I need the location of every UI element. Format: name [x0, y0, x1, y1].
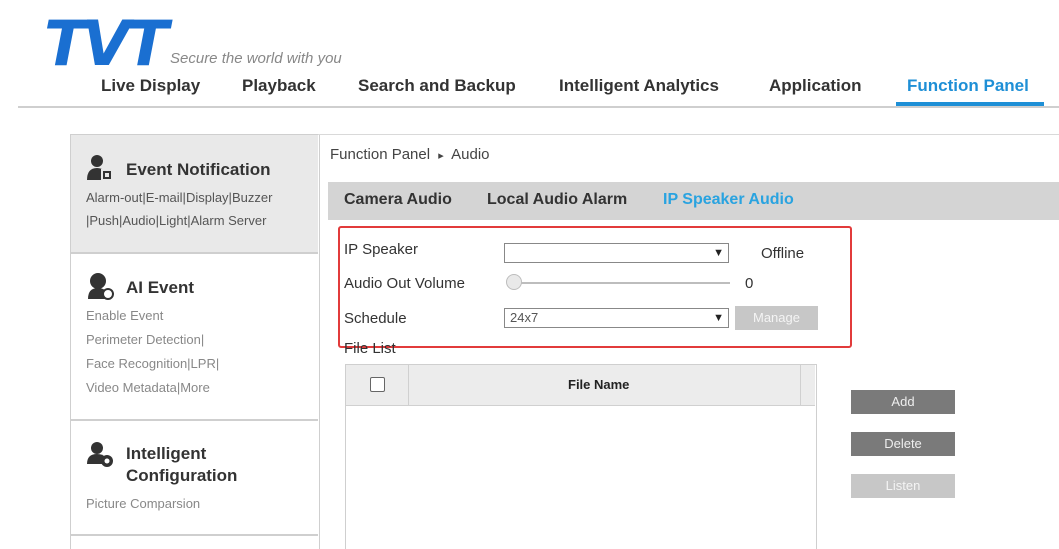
column-header-file-name[interactable]: File Name: [568, 377, 629, 392]
schedule-label: Schedule: [344, 310, 407, 327]
tagline: Secure the world with you: [170, 50, 342, 67]
chevron-down-icon: ▼: [713, 312, 724, 324]
sidebar-divider: [71, 419, 318, 421]
volume-value: 0: [745, 275, 754, 292]
content-top-border: [318, 134, 1059, 135]
breadcrumb-root[interactable]: Function Panel: [330, 146, 430, 163]
nav-playback[interactable]: Playback: [242, 76, 316, 96]
sidebar-title-configuration: Configuration: [126, 466, 238, 485]
volume-slider-track[interactable]: [508, 282, 730, 284]
breadcrumb: Function Panel ▸ Audio: [330, 146, 490, 163]
person-alert-icon: [86, 153, 114, 186]
sidebar-title-ai-event: AI Event: [126, 278, 195, 297]
volume-label: Audio Out Volume: [344, 275, 465, 292]
tvt-logo: TVT: [44, 7, 169, 80]
file-list-label: File List: [344, 340, 396, 357]
nav-application[interactable]: Application: [769, 76, 862, 96]
header-divider: [18, 106, 1059, 108]
sidebar-links-event-notification-2[interactable]: |Push|Audio|Light|Alarm Server: [86, 211, 266, 231]
column-divider: [800, 365, 801, 406]
ai-person-icon: [86, 272, 114, 305]
manage-button[interactable]: Manage: [735, 306, 818, 330]
schedule-value: 24x7: [510, 310, 539, 325]
sidebar-link-video-metadata[interactable]: Video Metadata|More: [86, 378, 210, 398]
nav-intelligent-analytics[interactable]: Intelligent Analytics: [559, 76, 719, 96]
sidebar-title-event-notification: Event Notification: [126, 160, 271, 179]
volume-slider-handle[interactable]: [506, 274, 522, 290]
delete-button[interactable]: Delete: [851, 432, 955, 456]
chevron-down-icon: ▼: [713, 247, 724, 259]
add-button[interactable]: Add: [851, 390, 955, 414]
nav-live-display[interactable]: Live Display: [101, 76, 200, 96]
breadcrumb-current: Audio: [451, 146, 490, 163]
gear-person-icon: [86, 440, 114, 473]
nav-search-backup[interactable]: Search and Backup: [358, 76, 516, 96]
ip-speaker-select[interactable]: ▼: [504, 243, 729, 263]
sidebar-link-face-recognition-lpr[interactable]: Face Recognition|LPR|: [86, 354, 219, 374]
tab-ip-speaker-audio[interactable]: IP Speaker Audio: [663, 191, 794, 209]
breadcrumb-separator-icon: ▸: [438, 150, 444, 162]
sidebar-links-event-notification-1[interactable]: Alarm-out|E-mail|Display|Buzzer: [86, 188, 272, 208]
tab-local-audio-alarm[interactable]: Local Audio Alarm: [487, 191, 627, 209]
ip-speaker-status: Offline: [761, 245, 805, 262]
tab-camera-audio[interactable]: Camera Audio: [344, 191, 452, 209]
sidebar-link-perimeter-detection[interactable]: Perimeter Detection|: [86, 330, 204, 350]
column-divider: [408, 365, 409, 406]
sidebar-title-intelligent: Intelligent: [126, 444, 207, 463]
sidebar-divider: [71, 534, 318, 536]
sidebar-link-enable-event[interactable]: Enable Event: [86, 306, 163, 326]
select-all-checkbox[interactable]: [370, 377, 385, 392]
nav-function-panel[interactable]: Function Panel: [907, 76, 1029, 96]
sidebar-link-picture-comparison[interactable]: Picture Comparsion: [86, 494, 200, 514]
sidebar-divider: [71, 252, 318, 254]
schedule-select[interactable]: 24x7 ▼: [504, 308, 729, 328]
ip-speaker-label: IP Speaker: [344, 241, 418, 258]
listen-button[interactable]: Listen: [851, 474, 955, 498]
